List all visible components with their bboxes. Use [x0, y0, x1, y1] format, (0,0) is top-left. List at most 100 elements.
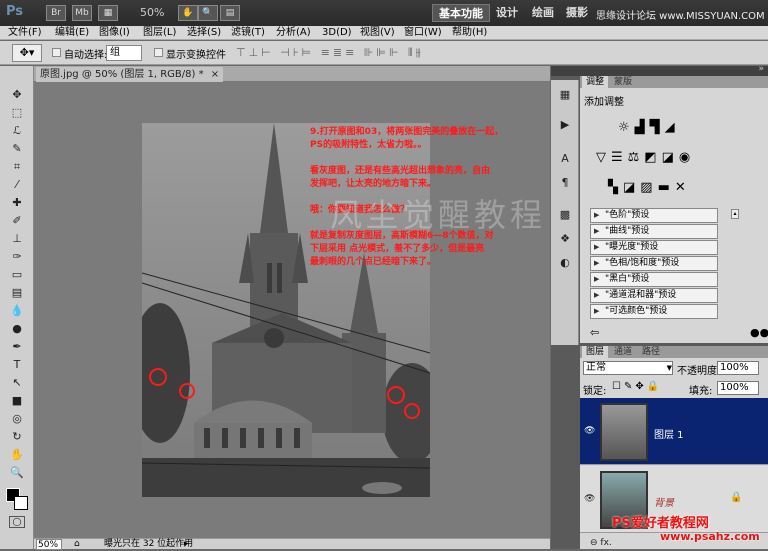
- menu-select[interactable]: 选择(S): [187, 26, 221, 40]
- gradient-tool-icon[interactable]: ▤: [9, 286, 25, 300]
- status-icon[interactable]: ⌂: [74, 539, 80, 550]
- chevron-down-icon: ▼: [666, 364, 672, 372]
- app-bar: Ps Br Mb ▦ 50% ✋ 🔍 ▤ 基本功能 设计 绘画 摄影 思缘设计论…: [0, 0, 768, 26]
- adjustment-icons-row-1[interactable]: ☼▟▜◢: [618, 120, 680, 135]
- status-info[interactable]: 曝光只在 32 位起作用: [104, 539, 193, 550]
- fill-input[interactable]: 100%: [717, 381, 759, 395]
- zoom-level[interactable]: 50%: [140, 6, 164, 19]
- zoom-tool-button[interactable]: 🔍: [198, 5, 218, 21]
- preset-curves[interactable]: "曲线"预设: [590, 224, 718, 239]
- arrange-documents-button[interactable]: ▤: [220, 5, 240, 21]
- adjustment-clip-icon[interactable]: ●●: [750, 326, 768, 339]
- adjustment-icons-row-3[interactable]: ▚◪▨▬✕: [608, 180, 691, 195]
- workspace-essentials[interactable]: 基本功能: [432, 4, 490, 22]
- layer-name[interactable]: 图层 1: [654, 426, 684, 441]
- adjustment-icons-row-2[interactable]: ▽☰⚖◩◪◉: [596, 150, 695, 165]
- eraser-tool-icon[interactable]: ▭: [9, 268, 25, 282]
- background-color-swatch[interactable]: [14, 496, 28, 510]
- menu-help[interactable]: 帮助(H): [452, 26, 487, 40]
- menu-filter[interactable]: 滤镜(T): [231, 26, 265, 40]
- auto-select-dropdown[interactable]: 组: [106, 45, 142, 61]
- tool-preset-picker[interactable]: ✥▾: [12, 44, 42, 62]
- tab-layers[interactable]: 图层: [582, 346, 609, 358]
- preset-black-white[interactable]: "黑白"预设: [590, 272, 718, 287]
- bridge-button[interactable]: Br: [46, 5, 66, 21]
- preset-channel-mixer[interactable]: "通道混和器"预设: [590, 288, 718, 303]
- workspace-design[interactable]: 设计: [490, 4, 524, 22]
- shape-tool-icon[interactable]: ■: [9, 394, 25, 408]
- preset-levels[interactable]: "色阶"预设: [590, 208, 718, 223]
- menu-view[interactable]: 视图(V): [360, 26, 395, 40]
- lasso-tool-icon[interactable]: ℒ: [9, 124, 25, 138]
- instruction-line: 下层采用 点光模式，羞不了多少，但是最亮: [310, 244, 485, 254]
- workspace-painting[interactable]: 绘画: [526, 4, 560, 22]
- adjustments-tabs: 调整 蒙版: [580, 76, 768, 88]
- align-buttons[interactable]: ⊤⊥⊢ ⊣⊦⊨ ≡≣≡ ⊪⊫⊩ ⫴⫵: [236, 46, 424, 60]
- status-menu-icon[interactable]: ▸: [184, 539, 189, 550]
- move-tool-icon[interactable]: ✥: [9, 88, 25, 102]
- preset-hue-saturation[interactable]: "色相/饱和度"预设: [590, 256, 718, 271]
- menu-image[interactable]: 图像(I): [99, 26, 130, 40]
- color-panel-icon[interactable]: ◐: [557, 256, 573, 270]
- character-panel-icon[interactable]: A: [557, 152, 573, 166]
- quick-select-tool-icon[interactable]: ✎: [9, 142, 25, 156]
- styles-panel-icon[interactable]: ❖: [557, 232, 573, 246]
- tab-paths[interactable]: 路径: [638, 346, 664, 358]
- adjustment-back-icon[interactable]: ⇦: [590, 326, 599, 339]
- zoom-tool-icon[interactable]: 🔍: [9, 466, 25, 480]
- menu-edit[interactable]: 编辑(E): [55, 26, 89, 40]
- mini-bridge-button[interactable]: Mb: [72, 5, 92, 21]
- layer-row-selected[interactable]: 👁 图层 1: [580, 398, 768, 465]
- preset-selective-color[interactable]: "可选颜色"预设: [590, 304, 718, 319]
- crop-tool-icon[interactable]: ⌗: [9, 160, 25, 174]
- status-zoom[interactable]: 50%: [36, 539, 62, 550]
- layer-name[interactable]: 背景: [654, 494, 674, 509]
- pen-tool-icon[interactable]: ✒: [9, 340, 25, 354]
- tab-channels[interactable]: 通道: [610, 346, 636, 358]
- show-transform-checkbox[interactable]: [154, 48, 163, 57]
- menu-layer[interactable]: 图层(L): [143, 26, 176, 40]
- opacity-input[interactable]: 100%: [717, 361, 759, 375]
- opacity-label: 不透明度:: [677, 366, 721, 377]
- paragraph-panel-icon[interactable]: ¶: [557, 176, 573, 190]
- actions-panel-icon[interactable]: ▶: [557, 118, 573, 132]
- hand-tool-button[interactable]: ✋: [178, 5, 198, 21]
- visibility-eye-icon[interactable]: 👁: [584, 426, 595, 436]
- menu-window[interactable]: 窗口(W): [404, 26, 442, 40]
- path-selection-tool-icon[interactable]: ↖: [9, 376, 25, 390]
- preset-exposure[interactable]: "曝光度"预设: [590, 240, 718, 255]
- document-tab[interactable]: 原图.jpg @ 50% (图层 1, RGB/8) * ×: [36, 67, 224, 82]
- healing-brush-tool-icon[interactable]: ✚: [9, 196, 25, 210]
- layer-bottom-icons[interactable]: ⊖ fx.: [590, 538, 650, 549]
- view-extras-button[interactable]: ▦: [98, 5, 118, 21]
- marquee-tool-icon[interactable]: ⬚: [9, 106, 25, 120]
- presets-scroll-up[interactable]: ▴: [731, 209, 739, 219]
- tab-masks[interactable]: 蒙版: [610, 76, 636, 88]
- dodge-tool-icon[interactable]: ●: [9, 322, 25, 336]
- eyedropper-tool-icon[interactable]: ⁄: [9, 178, 25, 192]
- swatches-panel-icon[interactable]: ▩: [557, 208, 573, 222]
- auto-select-checkbox[interactable]: [52, 48, 61, 57]
- type-tool-icon[interactable]: T: [9, 358, 25, 372]
- auto-select-label: 自动选择:: [64, 50, 108, 61]
- tab-adjustments[interactable]: 调整: [582, 76, 609, 88]
- workspace-photography[interactable]: 摄影: [560, 4, 594, 22]
- menu-file[interactable]: 文件(F): [8, 26, 42, 40]
- menu-bar: 文件(F) 编辑(E) 图像(I) 图层(L) 选择(S) 滤镜(T) 分析(A…: [0, 26, 768, 40]
- history-brush-tool-icon[interactable]: ✑: [9, 250, 25, 264]
- menu-analysis[interactable]: 分析(A): [276, 26, 311, 40]
- collapse-dock-icon[interactable]: »: [758, 64, 764, 74]
- history-panel-icon[interactable]: ▦: [557, 88, 573, 102]
- blend-mode-dropdown[interactable]: 正常 ▼: [583, 361, 673, 375]
- clone-stamp-tool-icon[interactable]: ⊥: [9, 232, 25, 246]
- menu-3d[interactable]: 3D(D): [322, 26, 352, 40]
- close-icon[interactable]: ×: [211, 69, 219, 80]
- brush-tool-icon[interactable]: ✐: [9, 214, 25, 228]
- hand-tool-icon[interactable]: ✋: [9, 448, 25, 462]
- quick-mask-icon[interactable]: ◯: [9, 516, 25, 528]
- 3d-rotate-tool-icon[interactable]: ◎: [9, 412, 25, 426]
- 3d-orbit-tool-icon[interactable]: ↻: [9, 430, 25, 444]
- lock-icons[interactable]: ☐✎✥🔒: [612, 381, 662, 392]
- visibility-eye-icon[interactable]: 👁: [584, 494, 595, 504]
- blur-tool-icon[interactable]: 💧: [9, 304, 25, 318]
